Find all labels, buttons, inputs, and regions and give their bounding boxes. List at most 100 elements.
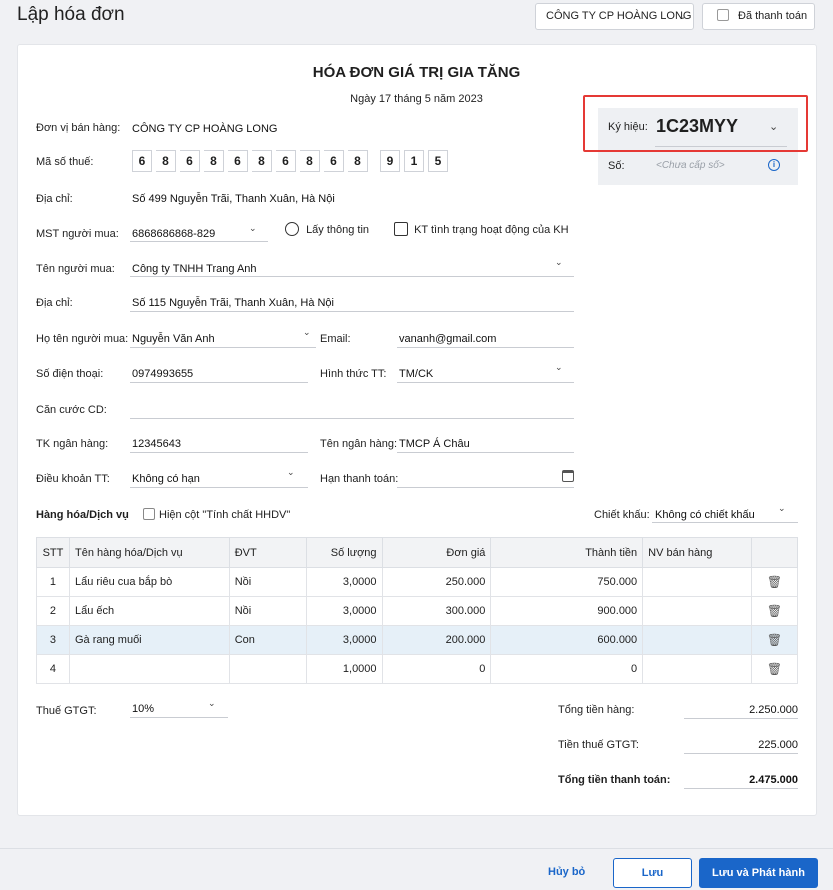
cell-actions: 🗑	[751, 596, 798, 626]
cell-staff[interactable]	[642, 596, 752, 626]
seller-address-label: Địa chỉ:	[36, 193, 73, 205]
cell-price[interactable]: 200.000	[381, 625, 492, 655]
bank-account-label: TK ngân hàng:	[36, 438, 109, 450]
seller-unit-value: CÔNG TY CP HOÀNG LONG	[132, 123, 278, 135]
save-button[interactable]: Lưu	[613, 858, 692, 888]
cell-staff[interactable]	[642, 567, 752, 597]
grand-total-value: 2.475.000	[749, 774, 798, 786]
seller-unit-label: Đơn vị bán hàng:	[36, 122, 121, 134]
company-select-value: CÔNG TY CP HOÀNG LONG	[546, 10, 692, 22]
chevron-down-icon[interactable]: ⌄	[303, 327, 311, 338]
vat-rate-value: 10%	[132, 703, 155, 715]
cell-name[interactable]: Lẩu riêu cua bắp bò	[68, 567, 230, 597]
document-check-icon	[394, 222, 408, 236]
seller-address-value: Số 499 Nguyễn Trãi, Thanh Xuân, Hà Nội	[132, 193, 335, 205]
tax-suffix-cell: 1	[404, 150, 424, 172]
cell-unit[interactable]	[228, 654, 307, 684]
chevron-down-icon: ⌄	[678, 11, 687, 22]
chevron-down-icon[interactable]: ⌄	[208, 698, 216, 709]
tax-digit-cell: 6	[228, 150, 248, 172]
cell-price[interactable]: 0	[381, 654, 492, 684]
paid-checkbox[interactable]: Đã thanh toán	[702, 3, 815, 30]
tax-digit-cell: 6	[276, 150, 296, 172]
due-date-field[interactable]	[397, 471, 574, 488]
cell-qty[interactable]: 3,0000	[305, 625, 383, 655]
phone-label: Số điện thoại:	[36, 368, 104, 380]
chevron-down-icon[interactable]: ⌄	[249, 223, 257, 234]
table-row[interactable]: 4 1,0000 0 0 🗑	[36, 654, 798, 684]
bank-name-value: TMCP Á Châu	[399, 438, 470, 450]
tax-digit-cell: 8	[156, 150, 176, 172]
chevron-down-icon[interactable]: ⌄	[555, 257, 563, 268]
cell-unit[interactable]: Nồi	[228, 567, 307, 597]
trash-icon[interactable]: 🗑	[767, 633, 782, 647]
vat-amount-label: Tiền thuế GTGT:	[558, 739, 639, 751]
cell-amount[interactable]: 750.000	[490, 567, 644, 597]
cancel-button[interactable]: Hủy bỏ	[548, 866, 585, 878]
tax-digit-cell: 8	[300, 150, 320, 172]
company-select[interactable]: CÔNG TY CP HOÀNG LONG ⌄	[535, 3, 694, 30]
vat-label: Thuế GTGT:	[36, 705, 97, 717]
cell-stt: 4	[36, 654, 70, 684]
cell-name[interactable]	[68, 654, 230, 684]
chevron-down-icon[interactable]: ⌄	[778, 503, 786, 514]
cell-stt: 1	[36, 567, 70, 597]
check-status-label: KT tình trạng hoạt động của KH	[414, 224, 569, 236]
cell-price[interactable]: 300.000	[381, 596, 492, 626]
cell-stt: 2	[36, 596, 70, 626]
show-column-label: Hiện cột "Tính chất HHDV"	[159, 509, 291, 521]
email-label: Email:	[320, 333, 351, 345]
tax-digit-cell: 8	[252, 150, 272, 172]
chevron-down-icon[interactable]: ⌄	[287, 467, 295, 478]
goods-total-value: 2.250.000	[749, 704, 798, 716]
cell-staff[interactable]	[642, 654, 752, 684]
col-staff: NV bán hàng	[642, 537, 752, 568]
trash-icon[interactable]: 🗑	[767, 575, 782, 589]
email-value: vananh@gmail.com	[399, 333, 497, 345]
cell-actions: 🗑	[751, 625, 798, 655]
tax-digit-cell: 8	[204, 150, 224, 172]
cell-amount[interactable]: 600.000	[490, 625, 644, 655]
bank-account-value: 12345643	[132, 438, 181, 450]
cell-name[interactable]: Lẩu ếch	[68, 596, 230, 626]
buyer-name-value: Công ty TNHH Trang Anh	[132, 263, 257, 275]
cell-amount[interactable]: 0	[490, 654, 644, 684]
cell-name[interactable]: Gà rang muối	[68, 625, 230, 655]
cell-unit[interactable]: Con	[228, 625, 307, 655]
cell-actions: 🗑	[751, 567, 798, 597]
table-row[interactable]: 2 Lẩu ếch Nồi 3,0000 300.000 900.000 🗑	[36, 596, 798, 626]
buyer-address-value: Số 115 Nguyễn Trãi, Thanh Xuân, Hà Nội	[132, 297, 334, 309]
cell-actions: 🗑	[751, 654, 798, 684]
goods-section-label: Hàng hóa/Dịch vụ	[36, 509, 129, 521]
cell-qty[interactable]: 1,0000	[305, 654, 383, 684]
table-row[interactable]: 1 Lẩu riêu cua bắp bò Nồi 3,0000 250.000 750.…	[36, 567, 798, 597]
cell-price[interactable]: 250.000	[381, 567, 492, 597]
cell-qty[interactable]: 3,0000	[305, 567, 383, 597]
globe-icon	[285, 222, 299, 236]
chevron-down-icon[interactable]: ⌄	[555, 362, 563, 373]
tax-digit-cell: 6	[180, 150, 200, 172]
tax-digit-cell: 6	[132, 150, 152, 172]
info-icon[interactable]: i	[768, 159, 780, 171]
show-column-checkbox[interactable]	[143, 508, 155, 520]
table-row[interactable]: 3 Gà rang muối Con 3,0000 200.000 600.000 🗑	[36, 625, 798, 655]
cell-unit[interactable]: Nồi	[228, 596, 307, 626]
cell-amount[interactable]: 900.000	[490, 596, 644, 626]
save-and-issue-button[interactable]: Lưu và Phát hành	[699, 858, 818, 888]
goods-total-label: Tổng tiền hàng:	[558, 704, 635, 716]
vat-amount-value: 225.000	[758, 739, 798, 751]
grand-total-label: Tổng tiền thanh toán:	[558, 774, 671, 786]
fetch-info-button[interactable]: Lấy thông tin	[285, 222, 369, 236]
check-status-button[interactable]: KT tình trạng hoạt động của KH	[394, 222, 569, 236]
trash-icon[interactable]: 🗑	[767, 604, 782, 618]
buyer-mst-label: MST người mua:	[36, 228, 119, 240]
calendar-icon[interactable]	[562, 470, 574, 482]
cell-staff[interactable]	[642, 625, 752, 655]
id-card-field[interactable]	[130, 402, 574, 419]
cell-qty[interactable]: 3,0000	[305, 596, 383, 626]
buyer-fullname-value: Nguyễn Văn Anh	[132, 333, 215, 345]
table-header-row: STT Tên hàng hóa/Dịch vụ ĐVT Số lượng Đơ…	[36, 537, 798, 568]
trash-icon[interactable]: 🗑	[767, 662, 782, 676]
payment-method-value: TM/CK	[399, 368, 434, 380]
goods-table: STT Tên hàng hóa/Dịch vụ ĐVT Số lượng Đơ…	[36, 537, 798, 684]
